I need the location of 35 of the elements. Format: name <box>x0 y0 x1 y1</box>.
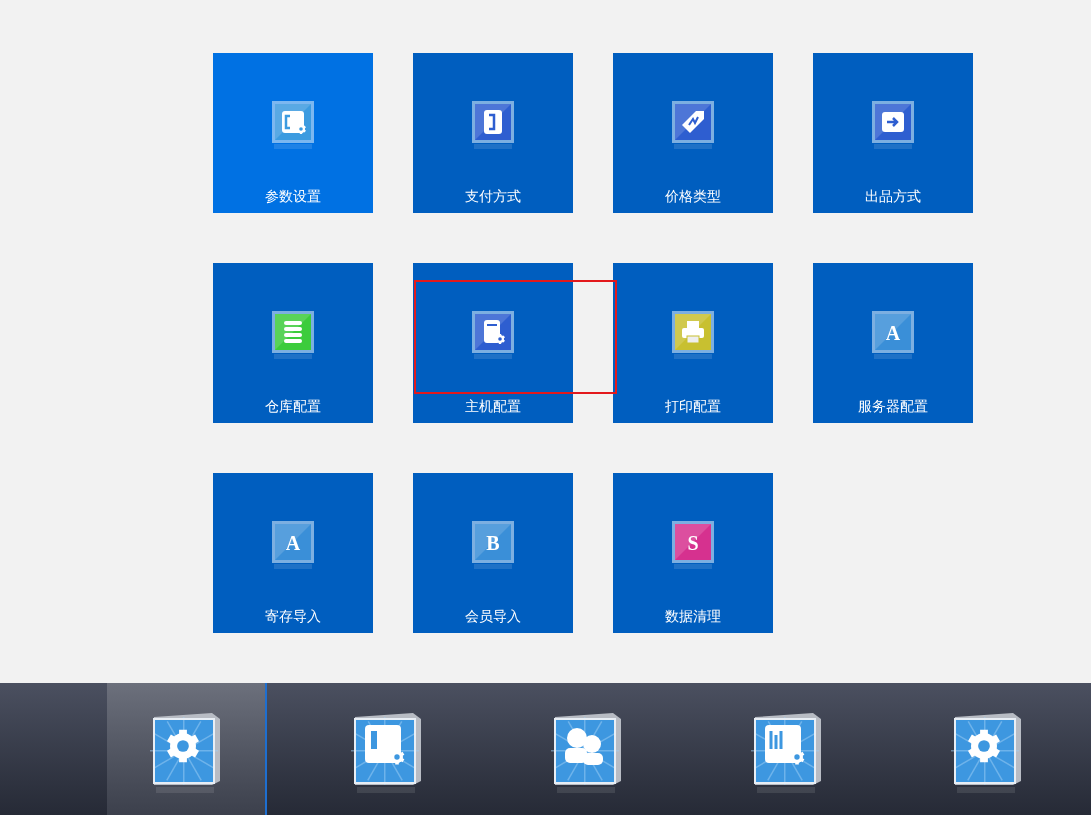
payment-card-icon <box>470 99 516 151</box>
tile-label: 出品方式 <box>865 187 921 206</box>
exit-arrow-icon <box>870 99 916 151</box>
menu-tile[interactable]: S 数据清理 <box>613 473 773 633</box>
menu-tile[interactable]: 价格类型 <box>613 53 773 213</box>
tile-label: 价格类型 <box>665 187 721 206</box>
menu-tile[interactable]: 仓库配置 <box>213 263 373 423</box>
price-tag-icon <box>670 99 716 151</box>
tile-label: 寄存导入 <box>265 607 321 626</box>
menu-tile[interactable]: 支付方式 <box>413 53 573 213</box>
document-gear-icon <box>270 99 316 151</box>
menu-tile[interactable]: A 服务器配置 <box>813 263 973 423</box>
tile-label: 服务器配置 <box>858 397 928 416</box>
tile-label: 打印配置 <box>665 397 721 416</box>
tile-label: 支付方式 <box>465 187 521 206</box>
board-gear-icon[interactable] <box>351 711 423 795</box>
menu-tile[interactable]: B 会员导入 <box>413 473 573 633</box>
stacked-bars-icon <box>270 309 316 361</box>
tile-label: 数据清理 <box>665 607 721 626</box>
dock-item[interactable] <box>107 683 267 815</box>
menu-tile[interactable]: A 寄存导入 <box>213 473 373 633</box>
menu-tile[interactable]: 出品方式 <box>813 53 973 213</box>
tile-label: 会员导入 <box>465 607 521 626</box>
tile-label: 仓库配置 <box>265 397 321 416</box>
menu-tile[interactable]: 主机配置 <box>413 263 573 423</box>
gear-icon[interactable] <box>150 711 222 795</box>
tile-label: 主机配置 <box>465 397 521 416</box>
gear-icon[interactable] <box>951 711 1023 795</box>
people-icon[interactable] <box>551 711 623 795</box>
printer-icon <box>670 309 716 361</box>
server-gear-icon <box>470 309 516 361</box>
tile-label: 参数设置 <box>265 187 321 206</box>
menu-tile[interactable]: 打印配置 <box>613 263 773 423</box>
chart-gear-icon[interactable] <box>751 711 823 795</box>
menu-tile[interactable]: 参数设置 <box>213 53 373 213</box>
